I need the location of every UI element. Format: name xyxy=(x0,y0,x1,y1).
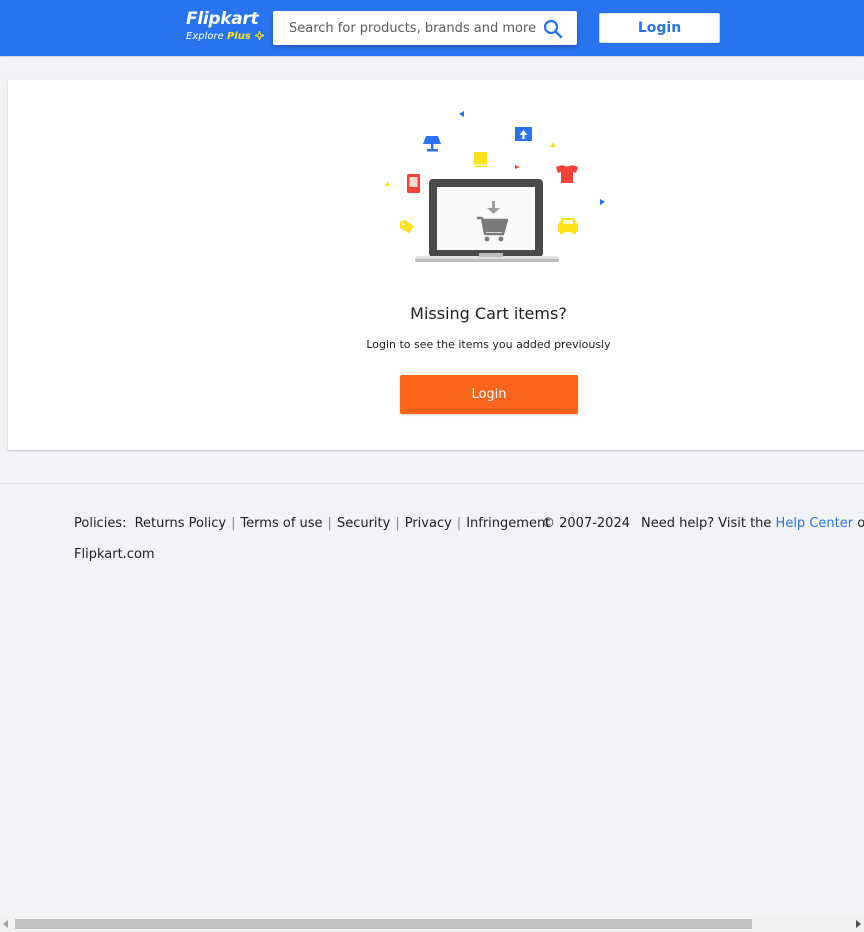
search-button[interactable] xyxy=(543,19,563,39)
policies-label: Policies: xyxy=(74,516,127,531)
empty-cart-card: Missing Cart items? Login to see the ite… xyxy=(8,80,864,450)
footer-divider xyxy=(0,483,864,484)
frame-icon xyxy=(515,127,532,141)
scrollbar-thumb[interactable] xyxy=(15,919,752,929)
empty-cart-title: Missing Cart items? xyxy=(410,304,567,323)
search-input[interactable] xyxy=(273,11,539,45)
laptop-cart-illustration xyxy=(385,111,605,262)
privacy-link[interactable]: Privacy xyxy=(405,516,452,531)
book-icon xyxy=(474,152,487,167)
search-icon xyxy=(543,19,563,39)
help-center-link[interactable]: Help Center xyxy=(776,516,854,531)
logo-text: Flipkart xyxy=(186,9,259,29)
help-text: Need help? Visit the Help Center or C xyxy=(641,514,864,534)
top-header: Flipkart Explore Plus Login xyxy=(0,0,864,56)
empty-cart-subtitle: Login to see the items you added previou… xyxy=(366,338,611,351)
security-link[interactable]: Security xyxy=(337,516,390,531)
horizontal-scrollbar[interactable] xyxy=(0,916,864,932)
phone-icon xyxy=(407,174,420,193)
scroll-right-icon[interactable] xyxy=(856,920,861,928)
terms-of-use-link[interactable]: Terms of use xyxy=(240,516,322,531)
scroll-left-icon[interactable] xyxy=(3,920,8,928)
flipkart-logo[interactable]: Flipkart Explore Plus xyxy=(185,9,265,45)
search-bar xyxy=(273,11,577,45)
laptop-icon xyxy=(415,179,559,262)
site-name: Flipkart.com xyxy=(74,547,155,562)
car-icon xyxy=(558,218,578,235)
lamp-icon xyxy=(423,136,441,152)
help-or: or xyxy=(857,516,864,531)
header-login-button[interactable]: Login xyxy=(599,13,720,43)
policies-links: Policies: Returns Policy | Terms of use | Se… xyxy=(74,514,550,534)
returns-policy-link[interactable]: Returns Policy xyxy=(135,516,226,531)
logo-tagline-explore: Explore xyxy=(186,31,224,42)
tshirt-icon xyxy=(556,165,578,183)
logo-tagline: Explore Plus xyxy=(186,31,264,42)
login-button[interactable]: Login xyxy=(400,375,578,414)
infringement-link[interactable]: Infringement xyxy=(466,516,550,531)
price-tag-icon xyxy=(400,220,414,233)
divider: | xyxy=(456,516,462,531)
copyright-text: © 2007-2024 xyxy=(542,516,630,531)
divider: | xyxy=(327,516,332,531)
logo-tagline-plus: Plus xyxy=(226,31,251,42)
divider: | xyxy=(231,516,236,531)
help-prefix: Need help? Visit the xyxy=(641,516,772,531)
divider: | xyxy=(395,516,400,531)
plus-star-icon xyxy=(254,31,264,40)
